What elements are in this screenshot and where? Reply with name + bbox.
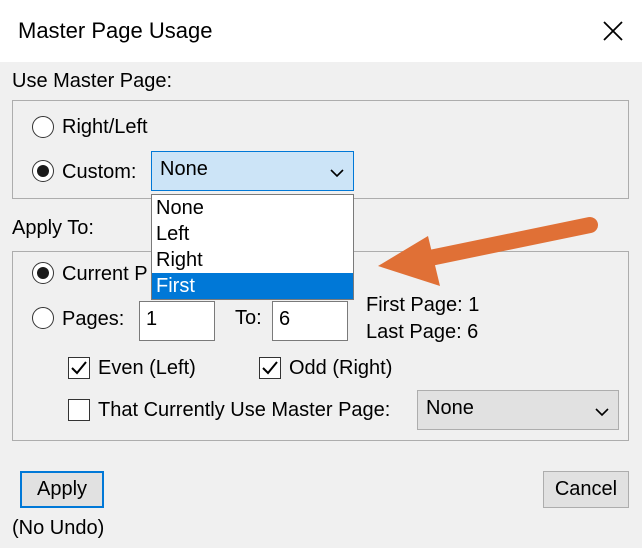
annotation-arrow-icon: [378, 217, 598, 286]
